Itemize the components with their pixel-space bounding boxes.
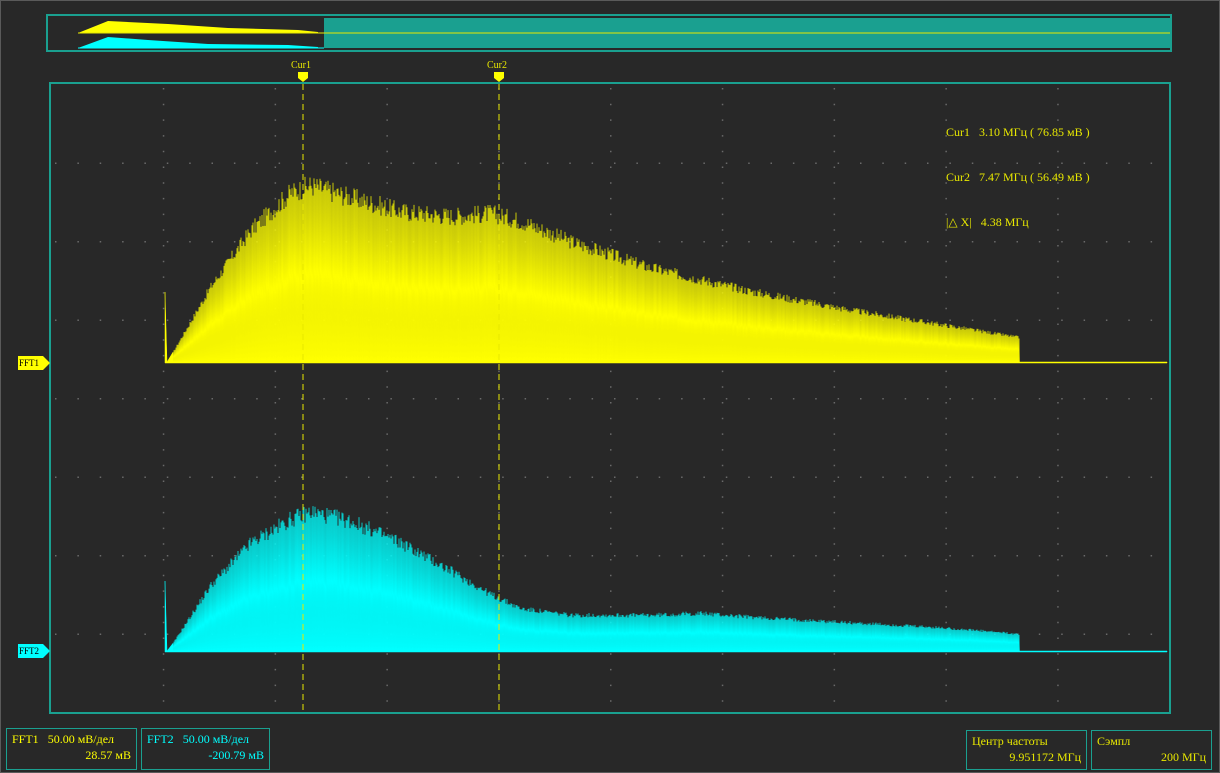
fft1-name: FFT1 — [12, 732, 39, 746]
cur1-readout: Cur1 3.10 МГц ( 76.85 мВ ) — [946, 125, 1090, 139]
fft2-info-box[interactable]: FFT2 50.00 мВ/дел -200.79 мВ — [141, 728, 270, 770]
sample-rate-label: Сэмпл — [1097, 734, 1131, 748]
fft2-trace — [164, 506, 1168, 653]
fft2-name: FFT2 — [147, 732, 174, 746]
cursor-readout: Cur1 3.10 МГц ( 76.85 мВ ) Cur2 7.47 МГц… — [946, 95, 1090, 260]
fft1-info-box[interactable]: FFT1 50.00 мВ/дел 28.57 мВ — [6, 728, 137, 770]
fft2-channel-marker[interactable]: FFT2 — [18, 644, 50, 658]
fft2-scale: 50.00 мВ/дел — [182, 732, 250, 746]
overview-fft2 — [78, 37, 318, 48]
scope-screen[interactable]: Cur1 3.10 МГц ( 76.85 мВ ) Cur2 7.47 МГц… — [49, 82, 1171, 714]
cur2-flag-icon[interactable] — [492, 70, 506, 84]
center-freq-box[interactable]: Центр частоты 9.951172 МГц — [966, 730, 1087, 770]
fft1-scale: 50.00 мВ/дел — [47, 732, 115, 746]
sample-rate-box[interactable]: Сэмпл 200 МГц — [1091, 730, 1212, 770]
center-freq-value: 9.951172 МГц — [1009, 750, 1081, 764]
fft1-offset: 28.57 мВ — [85, 748, 131, 762]
cur1-flag-icon[interactable] — [296, 70, 310, 84]
center-freq-label: Центр частоты — [972, 734, 1048, 748]
sample-rate-value: 200 МГц — [1160, 750, 1206, 764]
overview-plot — [78, 18, 1170, 49]
fft1-channel-marker[interactable]: FFT1 — [18, 356, 50, 370]
delta-readout: |△ X| 4.38 МГц — [946, 215, 1029, 229]
overview-fft1 — [78, 21, 318, 33]
cur2-readout: Cur2 7.47 МГц ( 56.49 мВ ) — [946, 170, 1090, 184]
fft2-offset: -200.79 мВ — [208, 748, 264, 762]
record-overview[interactable] — [46, 14, 1172, 52]
